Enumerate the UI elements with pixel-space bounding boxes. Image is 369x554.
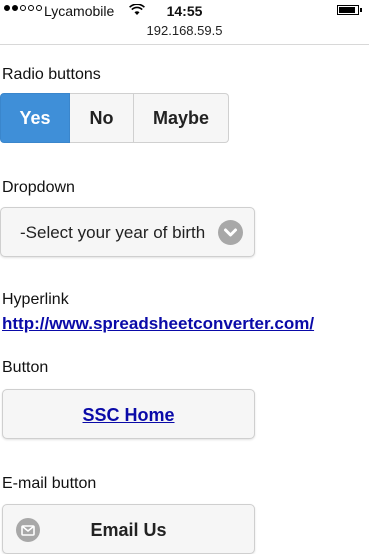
radio-option-yes[interactable]: Yes <box>0 93 70 143</box>
chevron-down-icon <box>218 220 243 245</box>
clock: 14:55 <box>166 3 203 19</box>
ssc-home-button[interactable]: SSC Home <box>2 389 255 439</box>
status-bar: Lycamobile 14:55 <box>0 0 369 22</box>
radio-segmented-control: Yes No Maybe <box>0 93 229 145</box>
year-of-birth-select[interactable]: -Select your year of birth <box>0 207 255 257</box>
divider <box>0 44 369 45</box>
hyperlink-section-label: Hyperlink <box>2 291 69 308</box>
dropdown-section-label: Dropdown <box>2 179 75 196</box>
email-us-button[interactable]: Email Us <box>2 504 255 554</box>
battery-icon <box>337 5 362 15</box>
email-us-label: Email Us <box>90 520 167 540</box>
spreadsheetconverter-link[interactable]: http://www.spreadsheetconverter.com/ <box>2 314 314 334</box>
radio-option-maybe[interactable]: Maybe <box>134 93 229 143</box>
battery-fill <box>339 7 356 13</box>
mail-icon <box>16 518 40 542</box>
radio-option-no[interactable]: No <box>70 93 134 143</box>
button-section-label: Button <box>2 359 49 376</box>
email-section-label: E-mail button <box>2 475 97 492</box>
ssc-home-link[interactable]: SSC Home <box>82 405 174 426</box>
radio-section-label: Radio buttons <box>2 66 101 83</box>
address-bar-url[interactable]: 192.168.59.5 <box>0 23 369 38</box>
select-value: -Select your year of birth <box>20 223 206 242</box>
